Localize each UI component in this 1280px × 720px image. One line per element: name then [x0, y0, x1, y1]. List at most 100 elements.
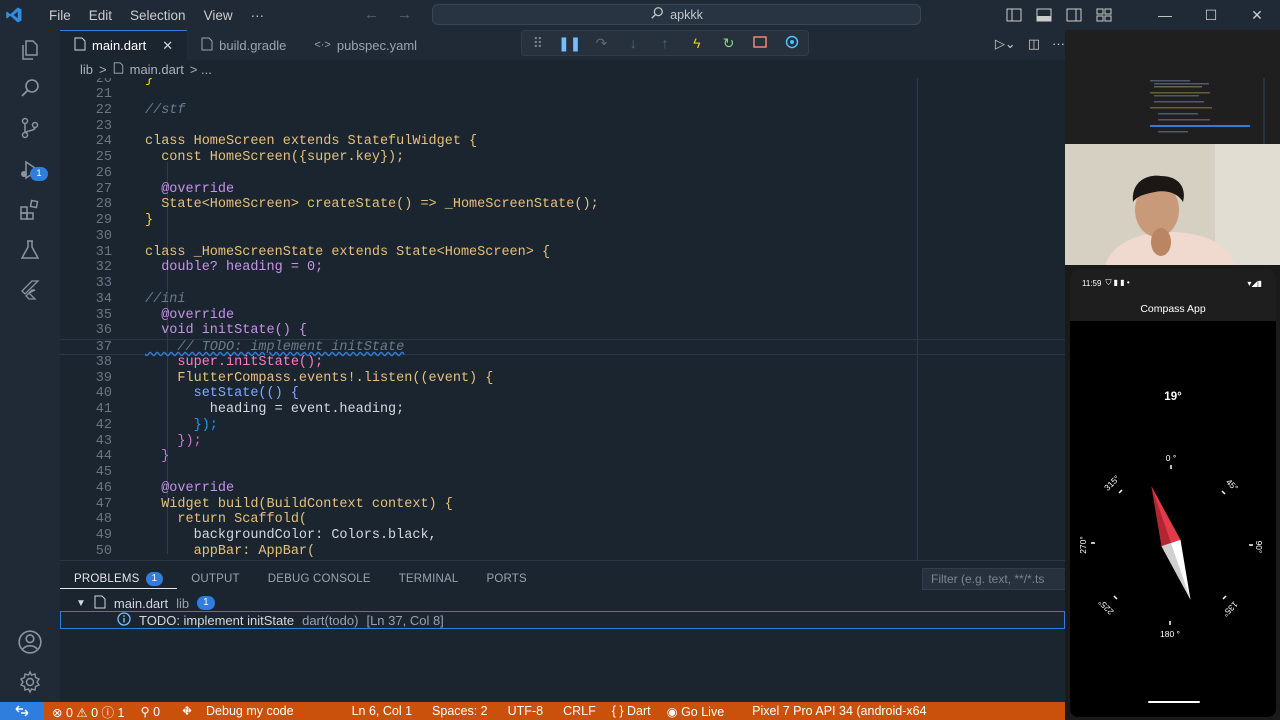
- menu-more[interactable]: ···: [242, 8, 274, 23]
- home-indicator[interactable]: [1148, 701, 1200, 703]
- problem-file-name: main.dart: [113, 595, 169, 611]
- toggle-panel-icon[interactable]: [1036, 8, 1052, 22]
- dart-file-icon: [94, 595, 106, 612]
- breadcrumb-folder[interactable]: lib: [80, 62, 93, 77]
- debug-label: Debug my code: [206, 703, 294, 718]
- minimize-button[interactable]: —: [1142, 7, 1188, 23]
- more-actions-icon[interactable]: ···: [1052, 36, 1065, 52]
- cursor-position[interactable]: Ln 6, Col 1: [344, 704, 420, 718]
- testing-flask-icon[interactable]: [14, 234, 46, 266]
- dial-label-315: 315°: [1102, 473, 1122, 493]
- problems-file-row[interactable]: ▼ main.dart lib 1: [76, 593, 215, 613]
- devtools-search-icon[interactable]: [776, 35, 808, 52]
- code-line: 21: [95, 87, 112, 102]
- menu-edit[interactable]: Edit: [80, 8, 121, 23]
- code-line: 35 @override: [95, 308, 235, 323]
- maximize-button[interactable]: ☐: [1188, 7, 1234, 24]
- problem-location: [Ln 37, Col 8]: [366, 612, 444, 628]
- code-line: 25 const HomeScreen({super.key});: [95, 150, 405, 165]
- tab-terminal[interactable]: TERMINAL: [385, 569, 473, 589]
- device-selector[interactable]: Pixel 7 Pro API 34 (android-x64: [744, 704, 934, 718]
- line-ending[interactable]: CRLF: [555, 704, 604, 718]
- toggle-sidebar-icon[interactable]: [1006, 8, 1022, 22]
- forward-arrow-icon[interactable]: →: [397, 6, 430, 23]
- back-arrow-icon[interactable]: ←: [364, 6, 397, 23]
- android-emulator: 11:59 ⛉ ▮ ▮ • ▾◢▮ Compass App 19° 0 ° 45…: [1065, 265, 1280, 720]
- problem-message: TODO: implement initState: [139, 612, 295, 628]
- dart-file-icon: [113, 61, 124, 77]
- search-icon[interactable]: [14, 72, 46, 104]
- dial-label-0: 0 °: [1166, 453, 1177, 463]
- problems-status[interactable]: ⊗ 0 ⚠ 0 ⓘ 1: [44, 702, 133, 720]
- close-tab-icon[interactable]: ✕: [162, 38, 173, 54]
- menu-view[interactable]: View: [195, 8, 242, 23]
- step-into-icon[interactable]: ↓: [617, 35, 649, 51]
- flutter-icon[interactable]: [14, 274, 46, 306]
- ports-status[interactable]: ⚲ 0: [133, 704, 169, 719]
- menu-selection[interactable]: Selection: [121, 8, 195, 23]
- nav-arrows: ←→: [364, 6, 430, 23]
- broadcast-icon: ◉: [666, 704, 678, 719]
- dial-label-135: 135°: [1220, 599, 1240, 619]
- step-over-icon[interactable]: ↷: [586, 35, 618, 52]
- debug-status[interactable]: ⛖ Debug my code: [174, 704, 301, 719]
- toggle-secondary-sidebar-icon[interactable]: [1066, 8, 1082, 22]
- tab-build-gradle[interactable]: build.gradle: [187, 30, 300, 60]
- problems-filter-input[interactable]: Filter (e.g. text, **/*.ts: [922, 568, 1067, 590]
- close-window-button[interactable]: ✕: [1234, 7, 1280, 24]
- code-line: 28 State<HomeScreen> createState() => _H…: [95, 197, 599, 212]
- vscode-logo-icon: [0, 0, 28, 30]
- restart-icon[interactable]: ↻: [713, 35, 745, 52]
- code-line: 46 @override: [95, 481, 235, 496]
- split-editor-icon[interactable]: ◫: [1028, 36, 1040, 52]
- tab-main-dart[interactable]: main.dart ✕: [60, 30, 188, 60]
- heading-value: 19°: [1164, 391, 1182, 403]
- search-icon: [650, 6, 664, 23]
- stop-icon[interactable]: [744, 35, 776, 51]
- code-line: 47 Widget build(BuildContext context) {: [95, 497, 453, 512]
- breadcrumb-more[interactable]: > ...: [190, 62, 212, 77]
- tab-pubspec-yaml[interactable]: <·> pubspec.yaml: [300, 30, 431, 60]
- command-center-search[interactable]: apkkk: [432, 4, 921, 25]
- debug-badge: 1: [30, 167, 48, 181]
- tab-problems[interactable]: PROBLEMS 1: [60, 569, 178, 589]
- step-out-icon[interactable]: ↑: [649, 35, 681, 51]
- remote-indicator-icon[interactable]: [0, 702, 44, 720]
- code-line: 27 @override: [95, 182, 235, 197]
- code-line: 33: [95, 276, 112, 291]
- breadcrumb-file[interactable]: main.dart: [130, 62, 184, 77]
- tab-ports[interactable]: PORTS: [472, 569, 540, 589]
- yaml-file-icon: <·>: [314, 39, 331, 51]
- tab-debug-console[interactable]: DEBUG CONSOLE: [254, 569, 385, 589]
- phone-screen[interactable]: 11:59 ⛉ ▮ ▮ • ▾◢▮ Compass App 19° 0 ° 45…: [1070, 269, 1276, 717]
- code-line: 49 backgroundColor: Colors.black,: [95, 528, 437, 543]
- settings-gear-icon[interactable]: [14, 666, 46, 698]
- run-dropdown-icon[interactable]: ▷⌄: [995, 36, 1016, 52]
- info-icon: ⓘ: [101, 705, 115, 720]
- encoding[interactable]: UTF-8: [500, 704, 551, 718]
- code-line: 31 class _HomeScreenState extends State<H…: [95, 245, 551, 260]
- code-line: 44 }: [95, 449, 170, 464]
- customize-layout-icon[interactable]: [1096, 8, 1112, 22]
- code-line: 48 return Scaffold(: [95, 512, 308, 527]
- broadcast-icon: ⚲: [140, 704, 150, 719]
- tab-output[interactable]: OUTPUT: [177, 569, 253, 589]
- code-line: 22//stf: [95, 103, 186, 118]
- tab-label: PROBLEMS: [74, 572, 140, 585]
- problem-source: dart(todo): [302, 612, 359, 628]
- menu-file[interactable]: File: [40, 8, 80, 23]
- pause-icon[interactable]: ❚❚: [554, 35, 586, 52]
- language-mode[interactable]: { } Dart: [604, 704, 659, 718]
- indentation[interactable]: Spaces: 2: [424, 704, 496, 718]
- problem-item[interactable]: TODO: implement initState dart(todo) [Ln…: [60, 611, 1065, 629]
- explorer-icon[interactable]: [14, 34, 46, 66]
- go-live-button[interactable]: ◉ Go Live: [659, 704, 733, 719]
- error-count: 0: [65, 705, 73, 720]
- hot-reload-icon[interactable]: ϟ: [681, 35, 713, 51]
- minimap[interactable]: [1150, 78, 1265, 138]
- drag-handle-icon[interactable]: ⠿: [522, 35, 554, 52]
- accounts-icon[interactable]: [14, 626, 46, 658]
- extensions-icon[interactable]: [14, 194, 46, 226]
- code-editor[interactable]: 20} 21 22//stf 23 24 class HomeScreen ext…: [60, 78, 1065, 560]
- source-control-icon[interactable]: [14, 112, 46, 144]
